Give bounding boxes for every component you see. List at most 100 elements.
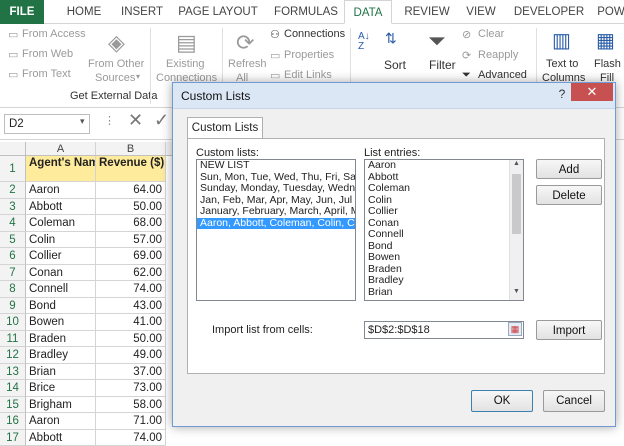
- cell-revenue[interactable]: 37.00: [96, 364, 166, 381]
- column-header-a[interactable]: A: [26, 142, 96, 156]
- cell-agent-name[interactable]: Aaron: [26, 182, 96, 199]
- row-header[interactable]: 7: [0, 265, 26, 282]
- tab-insert[interactable]: INSERT: [114, 0, 170, 24]
- row-header[interactable]: 3: [0, 199, 26, 216]
- row-header[interactable]: 11: [0, 331, 26, 348]
- select-all-corner[interactable]: [0, 142, 26, 156]
- cancel-button[interactable]: Cancel: [543, 390, 605, 412]
- cell-revenue[interactable]: 50.00: [96, 199, 166, 216]
- cell-agent-name[interactable]: Bradley: [26, 347, 96, 364]
- cell-revenue[interactable]: 69.00: [96, 248, 166, 265]
- cell-agent-name[interactable]: Brigham: [26, 397, 96, 414]
- tab-data[interactable]: DATA: [344, 0, 392, 24]
- cell-agent-name[interactable]: Conan: [26, 265, 96, 282]
- tab-home[interactable]: HOME: [58, 0, 110, 24]
- custom-list-item[interactable]: Sun, Mon, Tue, Wed, Thu, Fri, Sat: [197, 172, 355, 184]
- confirm-entry-icon[interactable]: ✓: [154, 110, 169, 131]
- cell-revenue[interactable]: 43.00: [96, 298, 166, 315]
- cell-agent-name[interactable]: Abbott: [26, 199, 96, 216]
- name-box[interactable]: D2: [4, 114, 90, 134]
- refresh-label[interactable]: Refresh: [228, 58, 267, 70]
- row-header[interactable]: 8: [0, 281, 26, 298]
- row-header[interactable]: 17: [0, 430, 26, 446]
- scroll-thumb[interactable]: [512, 174, 521, 234]
- row-header[interactable]: 10: [0, 314, 26, 331]
- cell-agent-name[interactable]: Bond: [26, 298, 96, 315]
- scrollbar[interactable]: ▲ ▼: [509, 160, 523, 300]
- row-header[interactable]: 9: [0, 298, 26, 315]
- cell-revenue[interactable]: 73.00: [96, 380, 166, 397]
- row-header[interactable]: 4: [0, 215, 26, 232]
- custom-list-item[interactable]: Jan, Feb, Mar, Apr, May, Jun, Jul: [197, 195, 355, 207]
- scroll-down-icon[interactable]: ▼: [513, 288, 520, 295]
- custom-list-item[interactable]: NEW LIST: [197, 160, 355, 172]
- cell-agent-name[interactable]: Brian: [26, 364, 96, 381]
- from-other-label[interactable]: From Other: [88, 58, 144, 70]
- cell-revenue[interactable]: 49.00: [96, 347, 166, 364]
- from-access-button[interactable]: From Access: [22, 28, 86, 40]
- sort-button[interactable]: Sort: [384, 58, 406, 72]
- cell-revenue[interactable]: 58.00: [96, 397, 166, 414]
- tab-review[interactable]: REVIEW: [398, 0, 456, 24]
- tab-formulas[interactable]: FORMULAS: [266, 0, 346, 24]
- scroll-up-icon[interactable]: ▲: [513, 160, 520, 167]
- column-header-b[interactable]: B: [96, 142, 166, 156]
- existing-label[interactable]: Existing: [166, 58, 205, 70]
- advanced-button[interactable]: Advanced: [478, 69, 527, 81]
- row-header[interactable]: 12: [0, 347, 26, 364]
- import-range-input[interactable]: $D$2:$D$18: [364, 321, 524, 339]
- row-header[interactable]: 16: [0, 413, 26, 430]
- cell-revenue[interactable]: 68.00: [96, 215, 166, 232]
- cell-agent-name[interactable]: Braden: [26, 331, 96, 348]
- delete-button[interactable]: Delete: [536, 185, 602, 205]
- header-cell-revenue[interactable]: Revenue ($): [96, 156, 166, 182]
- chevron-down-icon[interactable]: ▾: [80, 116, 85, 127]
- help-icon[interactable]: ?: [553, 87, 571, 103]
- connections-button[interactable]: Connections: [284, 28, 345, 40]
- cell-revenue[interactable]: 71.00: [96, 413, 166, 430]
- custom-list-item[interactable]: Sunday, Monday, Tuesday, Wednesday: [197, 183, 355, 195]
- add-button[interactable]: Add: [536, 159, 602, 179]
- reapply-button[interactable]: Reapply: [478, 49, 518, 61]
- range-selector-icon[interactable]: ▦: [508, 322, 522, 336]
- cell-revenue[interactable]: 62.00: [96, 265, 166, 282]
- import-button[interactable]: Import: [536, 320, 602, 340]
- filter-button[interactable]: Filter: [429, 58, 456, 72]
- cell-revenue[interactable]: 64.00: [96, 182, 166, 199]
- close-icon[interactable]: ✕: [571, 83, 613, 101]
- row-header[interactable]: 2: [0, 182, 26, 199]
- row-header[interactable]: 5: [0, 232, 26, 249]
- tab-developer[interactable]: DEVELOPER: [508, 0, 590, 24]
- cell-agent-name[interactable]: Abbott: [26, 430, 96, 446]
- row-header[interactable]: 1: [0, 156, 26, 182]
- sort-az-icon[interactable]: A↓Z: [358, 32, 370, 52]
- cancel-entry-icon[interactable]: ✕: [128, 110, 143, 131]
- ok-button[interactable]: OK: [471, 390, 533, 412]
- cell-agent-name[interactable]: Aaron: [26, 413, 96, 430]
- cell-agent-name[interactable]: Colin: [26, 232, 96, 249]
- row-header[interactable]: 6: [0, 248, 26, 265]
- tab-view[interactable]: VIEW: [458, 0, 504, 24]
- custom-list-item[interactable]: Aaron, Abbott, Coleman, Colin, Collier: [197, 218, 355, 230]
- cell-agent-name[interactable]: Connell: [26, 281, 96, 298]
- header-cell-agent-name[interactable]: Agent's Name: [26, 156, 96, 182]
- cell-agent-name[interactable]: Collier: [26, 248, 96, 265]
- cell-revenue[interactable]: 74.00: [96, 430, 166, 446]
- custom-lists-listbox[interactable]: NEW LISTSun, Mon, Tue, Wed, Thu, Fri, Sa…: [196, 159, 356, 301]
- tab-page-layout[interactable]: PAGE LAYOUT: [174, 0, 262, 24]
- row-header[interactable]: 15: [0, 397, 26, 414]
- tab-file[interactable]: FILE: [0, 0, 44, 24]
- row-header[interactable]: 13: [0, 364, 26, 381]
- cell-revenue[interactable]: 50.00: [96, 331, 166, 348]
- list-entries-textbox[interactable]: AaronAbbottColemanColinCollierConanConne…: [364, 159, 524, 301]
- cell-agent-name[interactable]: Bowen: [26, 314, 96, 331]
- cell-agent-name[interactable]: Coleman: [26, 215, 96, 232]
- clear-button[interactable]: Clear: [478, 28, 504, 40]
- edit-links-button[interactable]: Edit Links: [284, 69, 332, 81]
- cell-agent-name[interactable]: Brice: [26, 380, 96, 397]
- text-to-label[interactable]: Text to: [546, 58, 578, 70]
- tab-custom-lists[interactable]: Custom Lists: [187, 117, 263, 139]
- properties-button[interactable]: Properties: [284, 49, 334, 61]
- row-header[interactable]: 14: [0, 380, 26, 397]
- tab-power[interactable]: POW: [594, 0, 624, 24]
